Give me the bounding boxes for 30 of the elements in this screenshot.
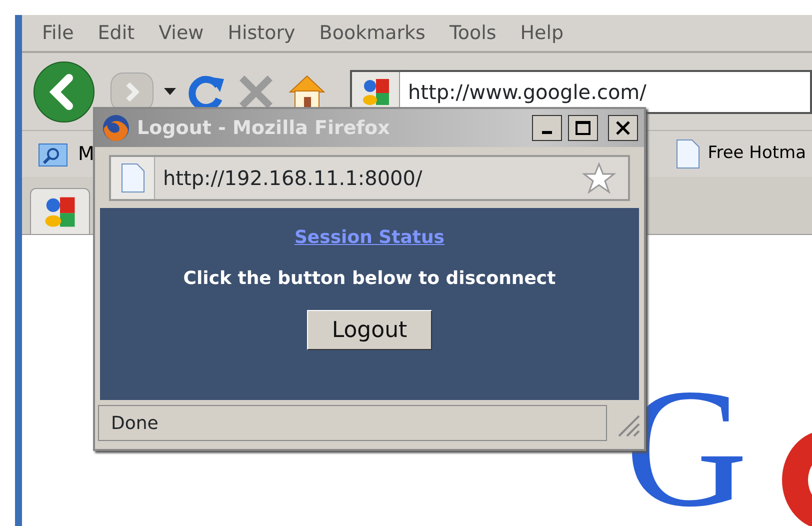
- page-icon: [120, 163, 144, 193]
- address-field[interactable]: http://192.168.11.1:8000/: [109, 155, 630, 201]
- firefox-logo-icon: [101, 113, 131, 143]
- menu-item[interactable]: Bookmarks: [307, 18, 438, 48]
- page-icon: [676, 139, 700, 169]
- menu-item[interactable]: View: [146, 18, 216, 48]
- maximize-icon: [575, 120, 591, 136]
- browser-tab[interactable]: [30, 188, 90, 234]
- maximize-button[interactable]: [568, 115, 598, 141]
- menu-item[interactable]: File: [30, 18, 86, 48]
- google-favicon-icon: [43, 194, 77, 228]
- search-folder-icon: [38, 141, 68, 167]
- instruction-text: Click the button below to disconnect: [183, 267, 556, 291]
- star-icon[interactable]: [582, 162, 616, 194]
- bookmark-item[interactable]: Free Hotma: [670, 138, 806, 170]
- address-field[interactable]: http://www.google.com/: [350, 70, 812, 114]
- menu-item[interactable]: Tools: [437, 18, 508, 48]
- logout-button[interactable]: Logout: [306, 310, 432, 350]
- status-text: Done: [98, 405, 607, 441]
- menu-item[interactable]: Help: [508, 18, 576, 48]
- minimize-button[interactable]: [532, 115, 562, 141]
- google-favicon-icon: [360, 76, 390, 106]
- dropdown-caret-icon[interactable]: [164, 88, 176, 96]
- window-title: Logout - Mozilla Firefox: [137, 116, 391, 141]
- minimize-icon: [542, 131, 552, 134]
- close-button[interactable]: [608, 115, 638, 141]
- menu-item[interactable]: History: [216, 18, 308, 48]
- close-icon: [615, 120, 631, 136]
- session-status-link[interactable]: Session Status: [294, 224, 445, 251]
- menu-item[interactable]: Edit: [86, 18, 147, 48]
